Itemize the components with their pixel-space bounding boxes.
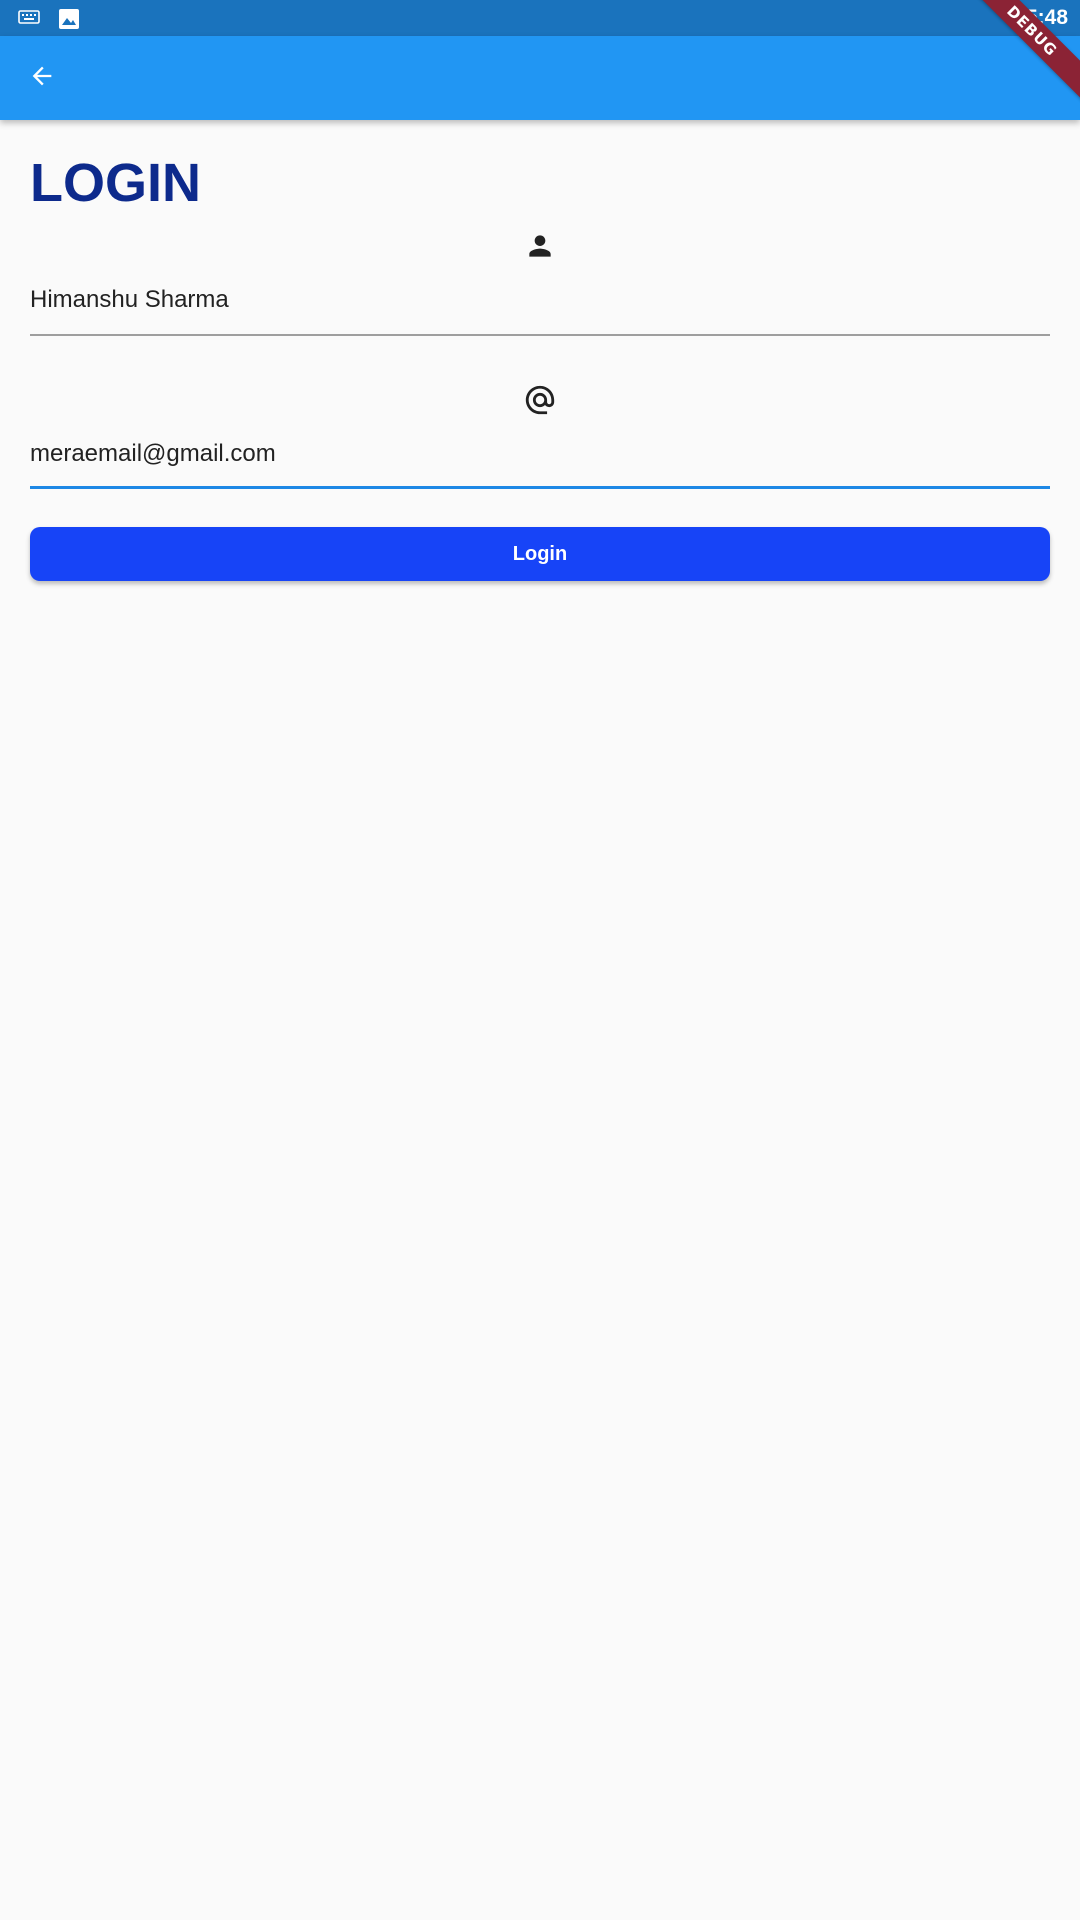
name-field[interactable]: Himanshu Sharma: [30, 220, 1050, 340]
keyboard-icon: [18, 8, 40, 31]
app-bar: [0, 36, 1080, 120]
name-underline: [30, 334, 1050, 336]
at-sign-icon: [520, 380, 560, 420]
person-icon: [520, 226, 560, 266]
status-bar: 5:48: [0, 0, 1080, 36]
email-underline: [30, 486, 1050, 489]
name-input[interactable]: Himanshu Sharma: [30, 286, 1050, 314]
email-input[interactable]: meraemail@gmail.com: [30, 440, 1050, 468]
back-button[interactable]: [14, 50, 70, 106]
image-icon: [58, 8, 80, 35]
login-button[interactable]: Login: [30, 527, 1050, 581]
email-field[interactable]: meraemail@gmail.com: [30, 372, 1050, 492]
page-title: LOGIN: [30, 153, 201, 213]
arrow-back-icon: [28, 62, 56, 95]
